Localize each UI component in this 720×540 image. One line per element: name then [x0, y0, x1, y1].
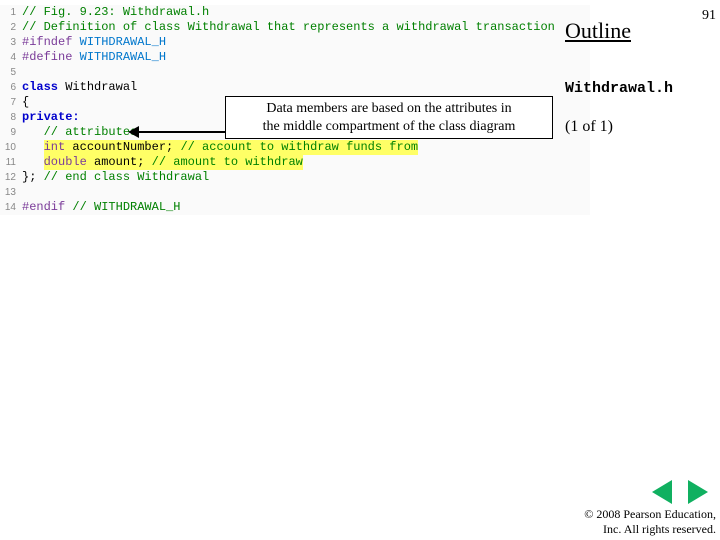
callout-text: Data members are based on the attributes…: [232, 100, 546, 118]
line-number: 7: [0, 95, 22, 110]
copyright: © 2008 Pearson Education, Inc. All right…: [584, 507, 716, 536]
code-text-highlight: // amount to withdraw: [152, 155, 303, 170]
callout-arrow-head-icon: [128, 126, 139, 138]
code-text: };: [22, 170, 36, 185]
nav-controls: [652, 480, 708, 504]
code-text-highlight: // account to withdraw funds from: [180, 140, 418, 155]
line-number: 11: [0, 155, 22, 170]
next-slide-button[interactable]: [688, 480, 708, 504]
line-number: 14: [0, 200, 22, 215]
code-text: #define: [22, 50, 72, 65]
code-text: private:: [22, 110, 80, 125]
line-number: 2: [0, 20, 22, 35]
line-number: 5: [0, 65, 22, 80]
callout-arrow-line: [137, 131, 225, 133]
code-text: WITHDRAWAL_H: [80, 50, 166, 65]
line-number: 8: [0, 110, 22, 125]
prev-slide-button[interactable]: [652, 480, 672, 504]
code-text: WITHDRAWAL_H: [80, 35, 166, 50]
code-text: // Fig. 9.23: Withdrawal.h: [22, 5, 209, 20]
code-text: {: [22, 95, 29, 110]
code-text-highlight: int: [44, 140, 66, 155]
code-text-highlight: amount;: [94, 155, 144, 170]
line-number: 13: [0, 185, 22, 200]
line-number: 6: [0, 80, 22, 95]
code-text: // Definition of class Withdrawal that r…: [22, 20, 555, 35]
callout-box: Data members are based on the attributes…: [225, 96, 553, 139]
line-number: 4: [0, 50, 22, 65]
file-name: Withdrawal.h: [565, 80, 673, 97]
line-number: 9: [0, 125, 22, 140]
slide-heading: Outline: [565, 18, 631, 44]
line-number: 3: [0, 35, 22, 50]
code-text: #ifndef: [22, 35, 72, 50]
callout-text: the middle compartment of the class diag…: [232, 118, 546, 136]
copyright-line: © 2008 Pearson Education,: [584, 507, 716, 521]
code-text: #endif: [22, 200, 65, 215]
page-indicator: (1 of 1): [565, 118, 613, 136]
line-number: 10: [0, 140, 22, 155]
code-text-highlight: double: [44, 155, 87, 170]
slide-number: 91: [702, 8, 716, 24]
code-text: // attributes: [22, 125, 137, 140]
code-text-highlight: accountNumber;: [72, 140, 173, 155]
code-text: Withdrawal: [65, 80, 137, 95]
line-number: 1: [0, 5, 22, 20]
code-text: class: [22, 80, 58, 95]
copyright-line: Inc. All rights reserved.: [584, 522, 716, 536]
line-number: 12: [0, 170, 22, 185]
code-text: // end class Withdrawal: [44, 170, 210, 185]
code-text: // WITHDRAWAL_H: [72, 200, 180, 215]
